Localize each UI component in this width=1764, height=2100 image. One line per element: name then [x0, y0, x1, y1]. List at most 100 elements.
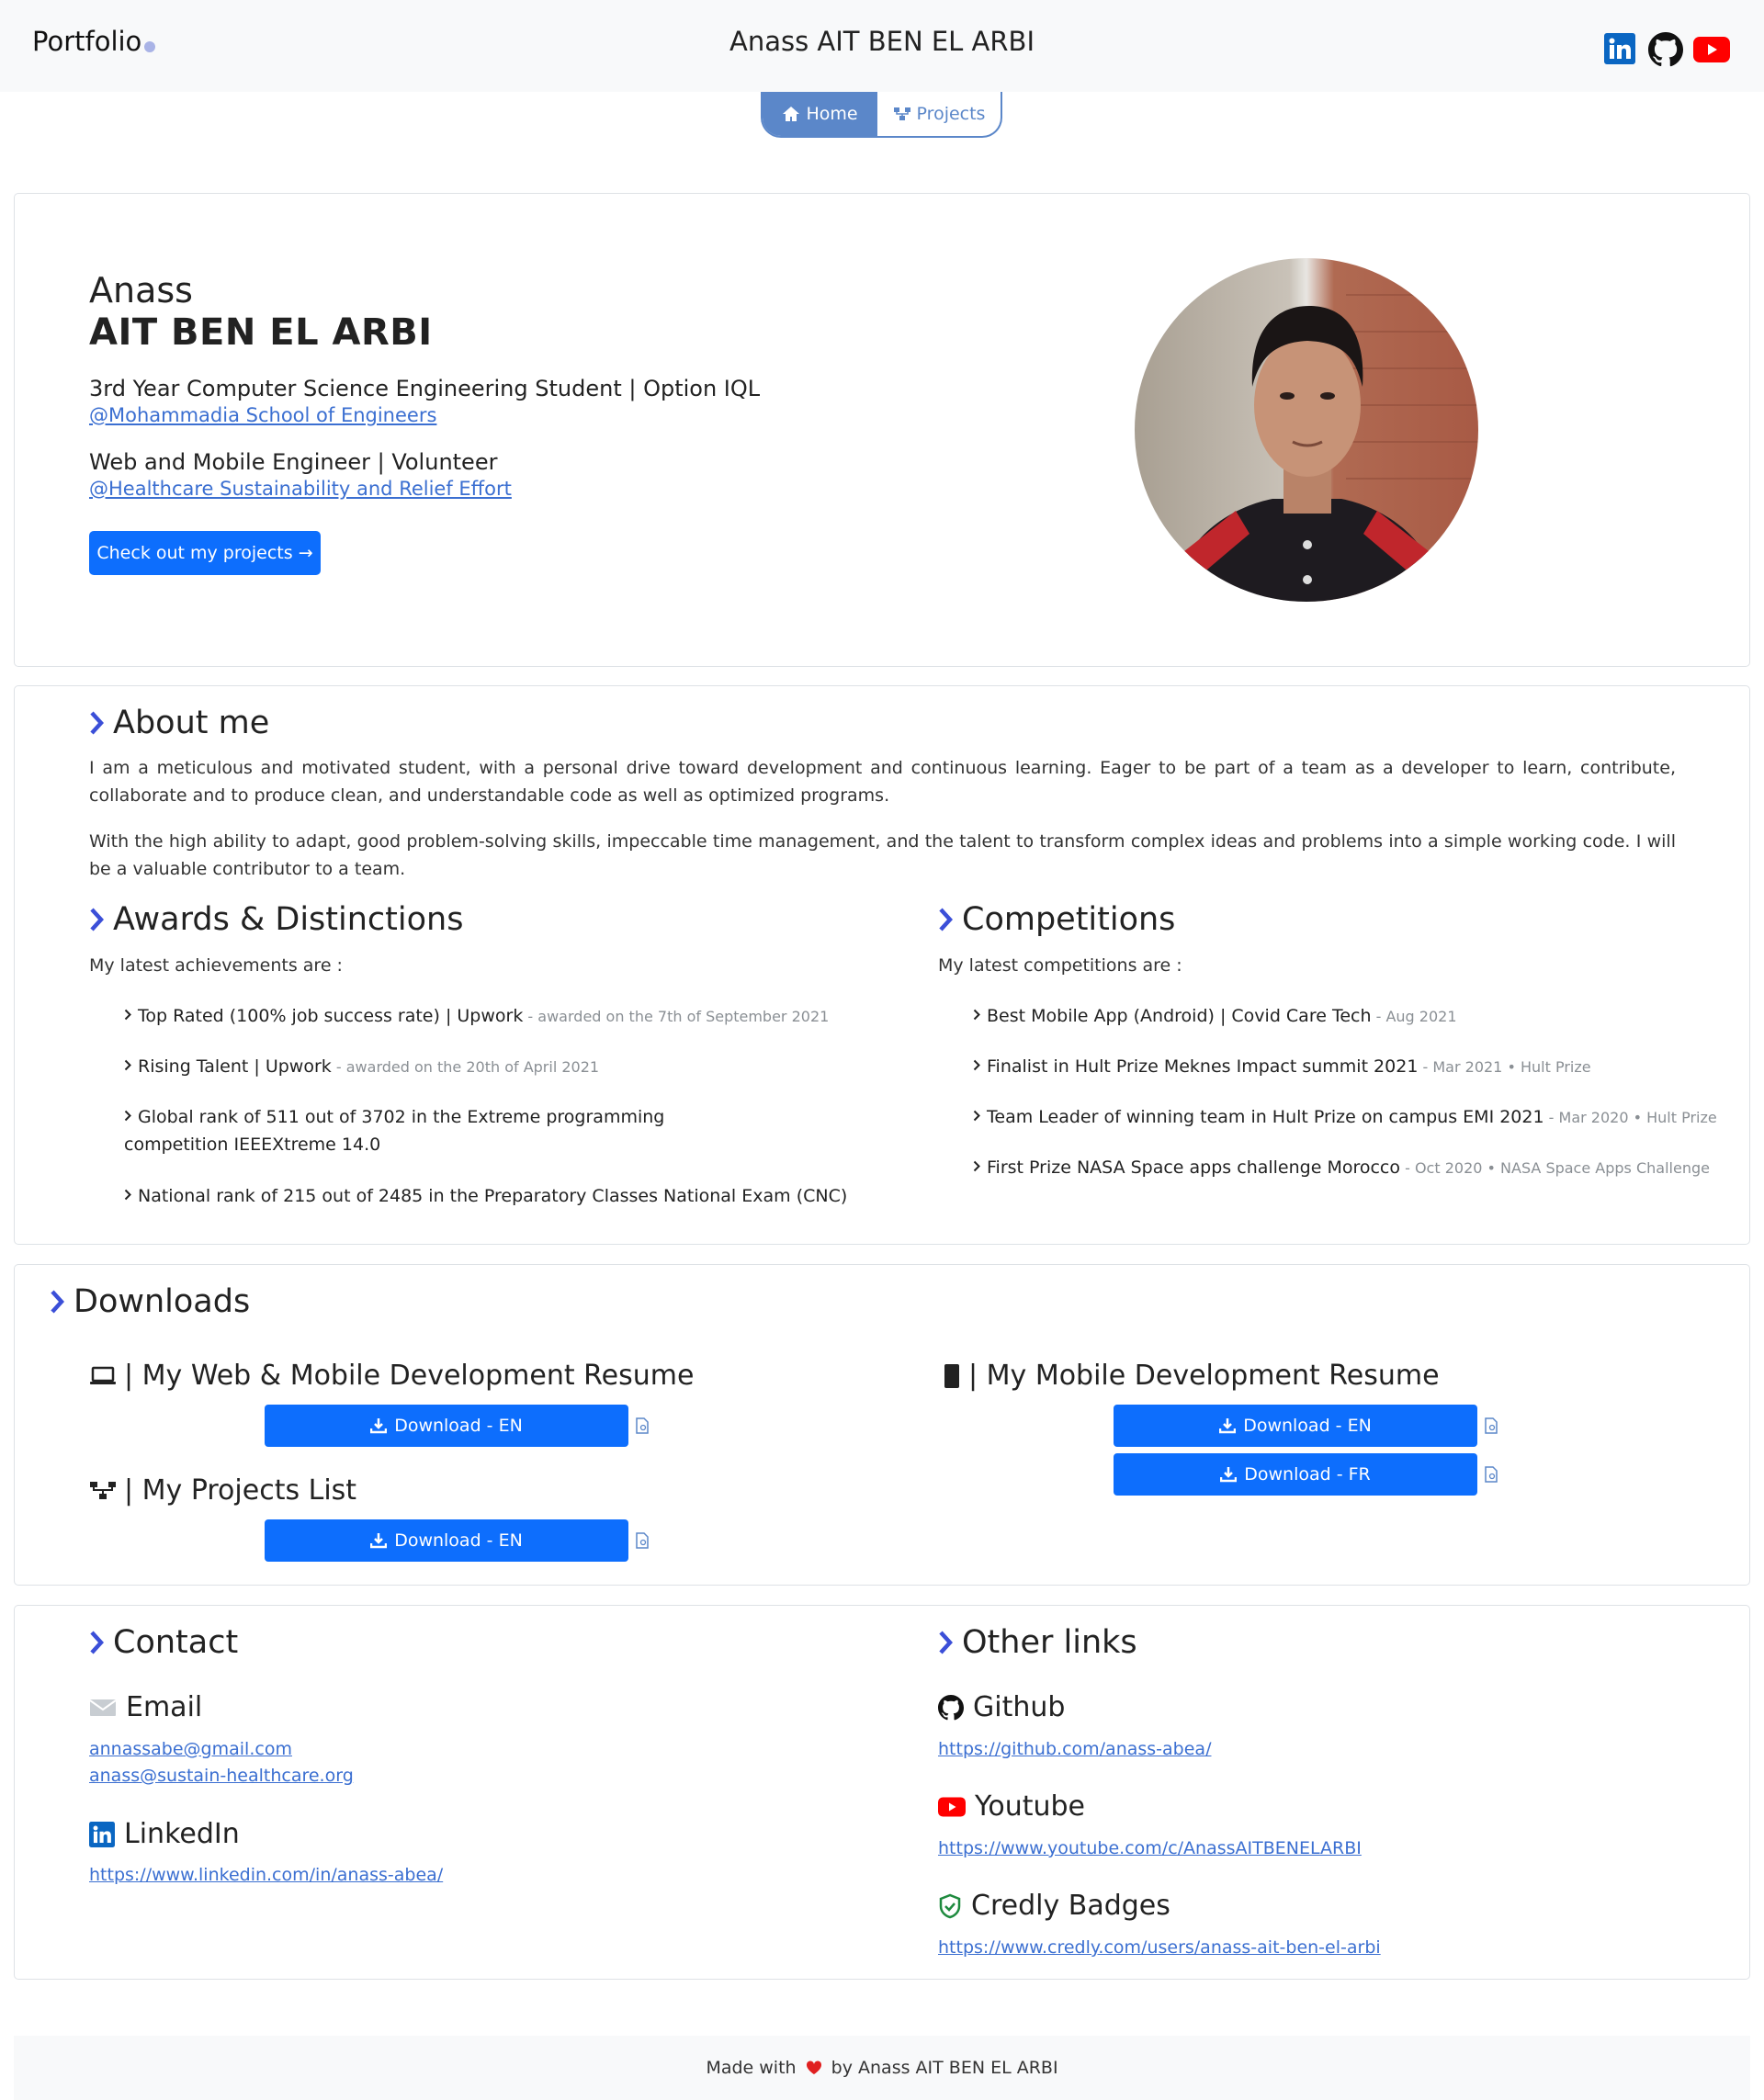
competitions-title: Competitions	[962, 901, 1176, 938]
download-label: Download - EN	[1243, 1416, 1372, 1436]
download-icon	[370, 1418, 388, 1434]
email-label: Email	[126, 1691, 203, 1723]
chevron-right-icon	[124, 1059, 131, 1071]
award-item: National rank of 215 out of 2485 in the …	[124, 1182, 847, 1210]
download-label: Download - EN	[394, 1530, 523, 1551]
about-paragraph-2: With the high ability to adapt, good pro…	[89, 831, 1676, 879]
hero-card: Anass AIT BEN EL ARBI 3rd Year Computer …	[14, 193, 1750, 667]
tab-projects[interactable]: Projects	[877, 92, 1001, 136]
competition-date: - Oct 2020 • NASA Space Apps Challenge	[1400, 1159, 1710, 1177]
chevron-right-icon	[90, 908, 104, 931]
download-mobile-resume-fr-button[interactable]: Download - FR	[1114, 1453, 1477, 1496]
competition-date: - Mar 2020 • Hult Prize	[1544, 1109, 1717, 1126]
main-nav: Home Projects	[761, 92, 1002, 138]
download-mobile-resume-en-button[interactable]: Download - EN	[1114, 1405, 1477, 1447]
competitions-heading: Competitions	[938, 901, 1175, 938]
web-resume-title: | My Web & Mobile Development Resume	[124, 1360, 695, 1392]
footer-text-after: by Anass AIT BEN EL ARBI	[831, 2058, 1058, 2078]
chevron-right-icon	[124, 1110, 131, 1122]
competition-text: Team Leader of winning team in Hult Priz…	[987, 1107, 1544, 1127]
projects-list-title: | My Projects List	[124, 1474, 357, 1507]
file-preview-icon[interactable]	[635, 1417, 650, 1434]
file-preview-icon[interactable]	[635, 1532, 650, 1549]
linkedin-icon[interactable]	[1604, 33, 1635, 68]
linkedin-label: LinkedIn	[124, 1818, 240, 1850]
award-item: Rising Talent | Upwork - awarded on the …	[124, 1053, 599, 1081]
chevron-right-icon	[973, 1160, 980, 1172]
credly-heading: Credly Badges	[938, 1890, 1170, 1922]
email-link-2[interactable]: anass@sustain-healthcare.org	[89, 1766, 354, 1786]
about-heading: About me	[89, 705, 269, 741]
award-date: - awarded on the 20th of April 2021	[331, 1058, 600, 1076]
navbar: Portfolio Anass AIT BEN EL ARBI	[0, 0, 1764, 92]
heart-icon	[806, 2060, 821, 2074]
award-text: Rising Talent | Upwork	[138, 1056, 332, 1077]
github-heading: Github	[938, 1691, 1065, 1723]
youtube-label: Youtube	[975, 1790, 1085, 1823]
laptop-icon	[90, 1366, 116, 1384]
award-text: National rank of 215 out of 2485 in the …	[138, 1186, 848, 1206]
file-preview-icon[interactable]	[1484, 1417, 1498, 1434]
chevron-right-icon	[939, 908, 953, 931]
file-preview-icon[interactable]	[1484, 1466, 1498, 1483]
email-link-1[interactable]: annassabe@gmail.com	[89, 1739, 292, 1759]
github-link[interactable]: https://github.com/anass-abea/	[938, 1739, 1211, 1759]
tab-home[interactable]: Home	[763, 92, 877, 136]
competition-text: First Prize NASA Space apps challenge Mo…	[987, 1157, 1401, 1178]
chevron-right-icon	[973, 1059, 980, 1071]
competition-text: Finalist in Hult Prize Meknes Impact sum…	[987, 1056, 1419, 1077]
profile-photo	[1135, 258, 1478, 602]
mobile-resume-heading: | My Mobile Development Resume	[943, 1360, 1440, 1392]
award-date: - awarded on the 7th of September 2021	[523, 1008, 830, 1025]
role-student: 3rd Year Computer Science Engineering St…	[89, 376, 761, 401]
download-projects-list-en-button[interactable]: Download - EN	[265, 1519, 628, 1562]
awards-heading: Awards & Distinctions	[89, 901, 463, 938]
linkedin-heading: LinkedIn	[89, 1818, 240, 1850]
awards-intro: My latest achievements are :	[89, 955, 343, 976]
home-icon	[783, 107, 800, 121]
tab-home-label: Home	[806, 104, 858, 124]
last-name: AIT BEN EL ARBI	[89, 311, 433, 354]
organization-link[interactable]: @Healthcare Sustainability and Relief Ef…	[89, 478, 512, 500]
contact-heading: Contact	[89, 1624, 238, 1661]
shield-check-icon	[939, 1893, 961, 1918]
chevron-right-icon	[124, 1189, 131, 1201]
tab-projects-label: Projects	[916, 104, 986, 124]
diagram-icon	[893, 107, 910, 120]
competitions-intro: My latest competitions are :	[938, 955, 1182, 976]
competition-item: Best Mobile App (Android) | Covid Care T…	[973, 1002, 1457, 1031]
download-web-resume-en-button[interactable]: Download - EN	[265, 1405, 628, 1447]
award-item: Top Rated (100% job success rate) | Upwo…	[124, 1002, 829, 1031]
github-icon	[938, 1694, 964, 1720]
competition-date: - Mar 2021 • Hult Prize	[1418, 1058, 1591, 1076]
youtube-heading: Youtube	[938, 1790, 1085, 1823]
contact-card: Contact Email annassabe@gmail.com anass@…	[14, 1605, 1750, 1980]
projects-button[interactable]: Check out my projects →	[89, 531, 321, 575]
youtube-icon[interactable]	[1693, 37, 1730, 66]
github-icon[interactable]	[1648, 32, 1684, 71]
award-item: Global rank of 511 out of 3702 in the Ex…	[124, 1103, 767, 1158]
diagram-icon	[90, 1481, 116, 1499]
chevron-right-icon	[973, 1110, 980, 1122]
download-label: Download - FR	[1244, 1464, 1371, 1485]
other-links-heading: Other links	[938, 1624, 1137, 1661]
projects-list-heading: | My Projects List	[89, 1474, 356, 1507]
chevron-right-icon	[90, 711, 104, 735]
download-icon	[370, 1533, 388, 1549]
download-label: Download - EN	[394, 1416, 523, 1436]
youtube-icon	[938, 1797, 966, 1816]
competition-item: Finalist in Hult Prize Meknes Impact sum…	[973, 1053, 1591, 1081]
downloads-title: Downloads	[74, 1283, 251, 1320]
envelope-icon	[89, 1699, 117, 1716]
credly-link[interactable]: https://www.credly.com/users/anass-ait-b…	[938, 1937, 1381, 1958]
contact-title: Contact	[113, 1624, 239, 1661]
linkedin-link[interactable]: https://www.linkedin.com/in/anass-abea/	[89, 1865, 443, 1885]
about-card: About me I am a meticulous and motivated…	[14, 685, 1750, 1245]
youtube-link[interactable]: https://www.youtube.com/c/AnassAITBENELA…	[938, 1838, 1362, 1858]
chevron-right-icon	[973, 1009, 980, 1021]
school-link[interactable]: @Mohammadia School of Engineers	[89, 404, 436, 426]
email-heading: Email	[89, 1691, 202, 1723]
award-text: Global rank of 511 out of 3702 in the Ex…	[124, 1107, 665, 1155]
download-icon	[1219, 1418, 1237, 1434]
site-title: Anass AIT BEN EL ARBI	[729, 26, 1035, 57]
